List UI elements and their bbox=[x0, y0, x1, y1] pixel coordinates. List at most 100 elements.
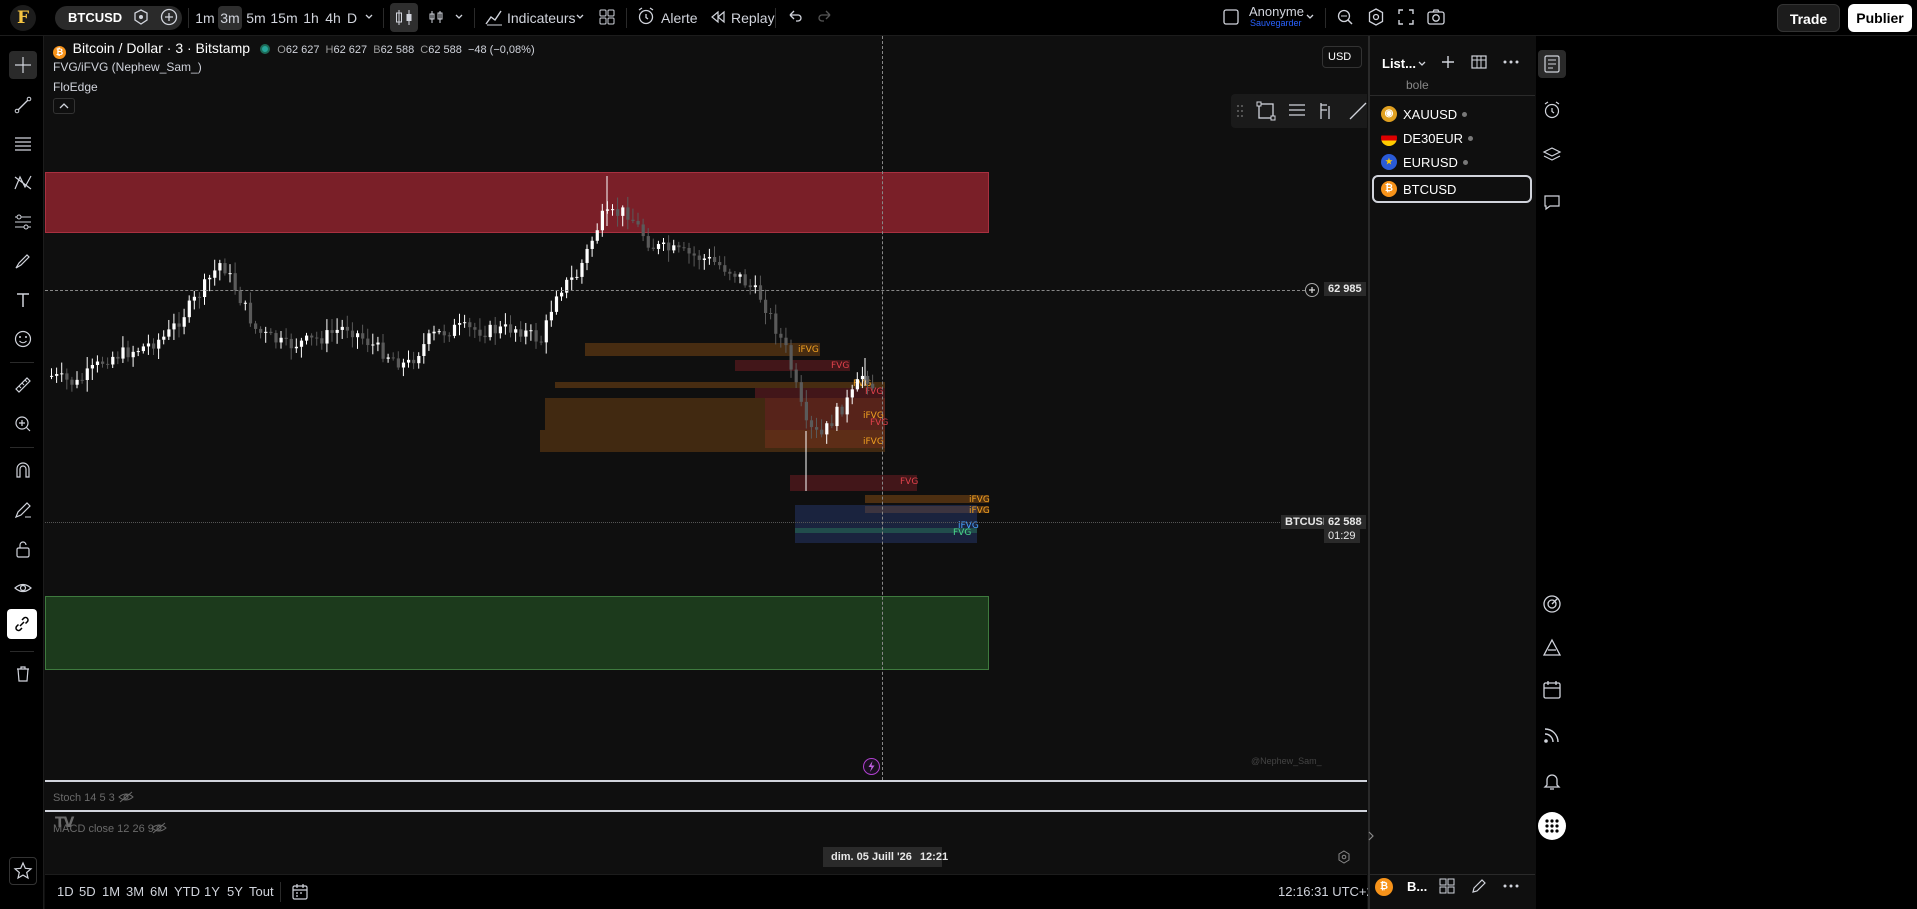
advanced-view-icon[interactable] bbox=[1470, 53, 1488, 71]
indicators-icon[interactable] bbox=[484, 7, 504, 27]
text-tool[interactable] bbox=[9, 286, 37, 314]
collapse-panel-icon[interactable] bbox=[1367, 829, 1375, 843]
favorites-star-icon[interactable] bbox=[9, 857, 37, 885]
range-6M[interactable]: 6M bbox=[150, 884, 168, 899]
fullscreen-icon[interactable] bbox=[1396, 7, 1416, 27]
symbol-settings-icon[interactable] bbox=[132, 8, 150, 26]
add-symbol-icon[interactable] bbox=[159, 7, 179, 27]
lines-menu-icon[interactable] bbox=[1286, 100, 1308, 122]
chart-type-dropdown-icon[interactable] bbox=[454, 12, 464, 22]
watchlist-item-selected[interactable]: ₿ BTCUSD bbox=[1372, 175, 1532, 203]
undo-icon[interactable] bbox=[786, 8, 804, 26]
measure-lines-tool[interactable] bbox=[9, 208, 37, 236]
candles-chart-type-button[interactable] bbox=[390, 3, 418, 32]
line-tool-icon[interactable] bbox=[1347, 100, 1367, 122]
timeframe-15m[interactable]: 15m bbox=[270, 6, 298, 30]
notifications-bell-icon[interactable] bbox=[1538, 767, 1566, 795]
ideas-triangle-icon[interactable] bbox=[1538, 634, 1566, 662]
object-tree-layers-icon[interactable] bbox=[1538, 141, 1566, 169]
save-dropdown-icon[interactable] bbox=[1305, 12, 1315, 22]
user-name[interactable]: Anonyme bbox=[1249, 4, 1304, 19]
publish-button[interactable]: Publier bbox=[1848, 4, 1912, 32]
stoch-pane-label[interactable]: Stoch 14 5 3 bbox=[53, 792, 115, 804]
indicator-floedge-label[interactable]: FloEdge bbox=[53, 80, 98, 94]
save-link[interactable]: Sauvegarder bbox=[1250, 18, 1302, 28]
brush-tool[interactable] bbox=[9, 247, 37, 275]
indicators-dropdown-icon[interactable] bbox=[575, 12, 585, 22]
watchlist-dropdown-icon[interactable] bbox=[1417, 59, 1427, 69]
snapshot-camera-icon[interactable] bbox=[1426, 7, 1446, 27]
chart-type-icon[interactable] bbox=[427, 8, 445, 26]
zoom-in-icon[interactable] bbox=[9, 410, 37, 438]
range-1M[interactable]: 1M bbox=[102, 884, 120, 899]
alerts-clock-icon[interactable] bbox=[1538, 96, 1566, 124]
settings-gear-icon[interactable] bbox=[1366, 7, 1386, 27]
alert-button[interactable]: Alerte bbox=[661, 10, 698, 26]
timeframe-4h[interactable]: 4h bbox=[323, 6, 343, 30]
range-1D[interactable]: 1D bbox=[57, 884, 74, 899]
clock-timezone[interactable]: 12:16:31 UTC+2 bbox=[1278, 884, 1374, 899]
macd-pane-label[interactable]: MACD close 12 26 9 bbox=[53, 823, 154, 835]
lock-icon[interactable] bbox=[9, 535, 37, 563]
target-icon[interactable] bbox=[1538, 590, 1566, 618]
timeframe-1h[interactable]: 1h bbox=[301, 6, 321, 30]
ruler-icon[interactable] bbox=[9, 371, 37, 399]
trash-icon[interactable] bbox=[9, 660, 37, 688]
pane-settings-icon[interactable] bbox=[1337, 850, 1351, 864]
redo-icon[interactable] bbox=[816, 8, 834, 26]
layouts-grid-icon[interactable] bbox=[598, 8, 616, 26]
emoji-tool[interactable] bbox=[9, 325, 37, 353]
watchlist-tab-icon[interactable] bbox=[1538, 50, 1566, 78]
range-YTD[interactable]: YTD bbox=[174, 884, 200, 899]
edit-icon[interactable] bbox=[1470, 877, 1488, 895]
pattern-tool[interactable] bbox=[9, 169, 37, 197]
trade-button[interactable]: Trade bbox=[1777, 4, 1840, 32]
horizontal-lines-tool[interactable] bbox=[9, 130, 37, 158]
quick-search-icon[interactable] bbox=[1335, 7, 1355, 27]
timeframe-1m[interactable]: 1m bbox=[194, 6, 216, 30]
range-3M[interactable]: 3M bbox=[126, 884, 144, 899]
alert-clock-icon[interactable] bbox=[636, 6, 656, 26]
hide-eye-icon[interactable] bbox=[151, 821, 167, 835]
replay-icon[interactable] bbox=[710, 9, 726, 25]
drag-handle-icon[interactable] bbox=[1236, 104, 1244, 118]
indicators-button[interactable]: Indicateurs bbox=[507, 10, 575, 26]
replay-button[interactable]: Replay bbox=[731, 10, 775, 26]
timeframe-dropdown-icon[interactable] bbox=[364, 12, 374, 22]
timeframe-D[interactable]: D bbox=[345, 6, 359, 30]
chart-pane[interactable]: iFVG FVG FVG FVG FVG iFVG iFVG FVG iFVG … bbox=[45, 36, 1367, 780]
currency-selector[interactable]: USD bbox=[1322, 46, 1362, 68]
footer-symbol[interactable]: B... bbox=[1407, 879, 1427, 894]
event-lightning-icon[interactable] bbox=[863, 758, 880, 775]
stay-in-drawing-mode-icon[interactable] bbox=[9, 496, 37, 524]
add-symbol-plus-icon[interactable] bbox=[1439, 53, 1457, 71]
more-options-icon[interactable] bbox=[1502, 877, 1520, 895]
news-feed-icon[interactable] bbox=[1538, 721, 1566, 749]
eye-icon[interactable] bbox=[9, 574, 37, 602]
link-icon[interactable] bbox=[7, 609, 37, 639]
indicator-fvg-label[interactable]: FVG/iFVG (Nephew_Sam_) bbox=[53, 60, 202, 74]
range-5D[interactable]: 5D bbox=[79, 884, 96, 899]
layout-grid-icon[interactable] bbox=[1438, 877, 1456, 895]
watchlist-item[interactable]: ★ EURUSD bbox=[1372, 148, 1532, 176]
magnet-icon[interactable] bbox=[9, 456, 37, 484]
rectangle-select-icon[interactable] bbox=[1255, 100, 1277, 122]
chart-title[interactable]: Bitcoin / Dollar · 3 · Bitstamp bbox=[73, 40, 250, 56]
add-alert-plus-icon[interactable] bbox=[1304, 282, 1320, 298]
range-all[interactable]: Tout bbox=[249, 884, 274, 899]
crosshair-tool[interactable] bbox=[9, 51, 37, 79]
collapse-legend-button[interactable] bbox=[53, 98, 75, 114]
apps-grid-icon[interactable] bbox=[1538, 812, 1566, 840]
trend-line-tool[interactable] bbox=[9, 91, 37, 119]
go-to-date-calendar-icon[interactable] bbox=[290, 882, 310, 902]
watchlist-title[interactable]: List... bbox=[1382, 56, 1416, 71]
chat-icon[interactable] bbox=[1538, 188, 1566, 216]
timeframe-3m[interactable]: 3m bbox=[218, 6, 242, 30]
range-5Y[interactable]: 5Y bbox=[227, 884, 243, 899]
range-1Y[interactable]: 1Y bbox=[204, 884, 220, 899]
fullscreen-checkbox-icon[interactable] bbox=[1222, 8, 1240, 26]
hide-eye-icon[interactable] bbox=[118, 790, 134, 804]
fib-tool-icon[interactable] bbox=[1316, 100, 1338, 122]
app-logo[interactable]: F bbox=[10, 5, 36, 31]
more-options-icon[interactable] bbox=[1502, 53, 1520, 71]
